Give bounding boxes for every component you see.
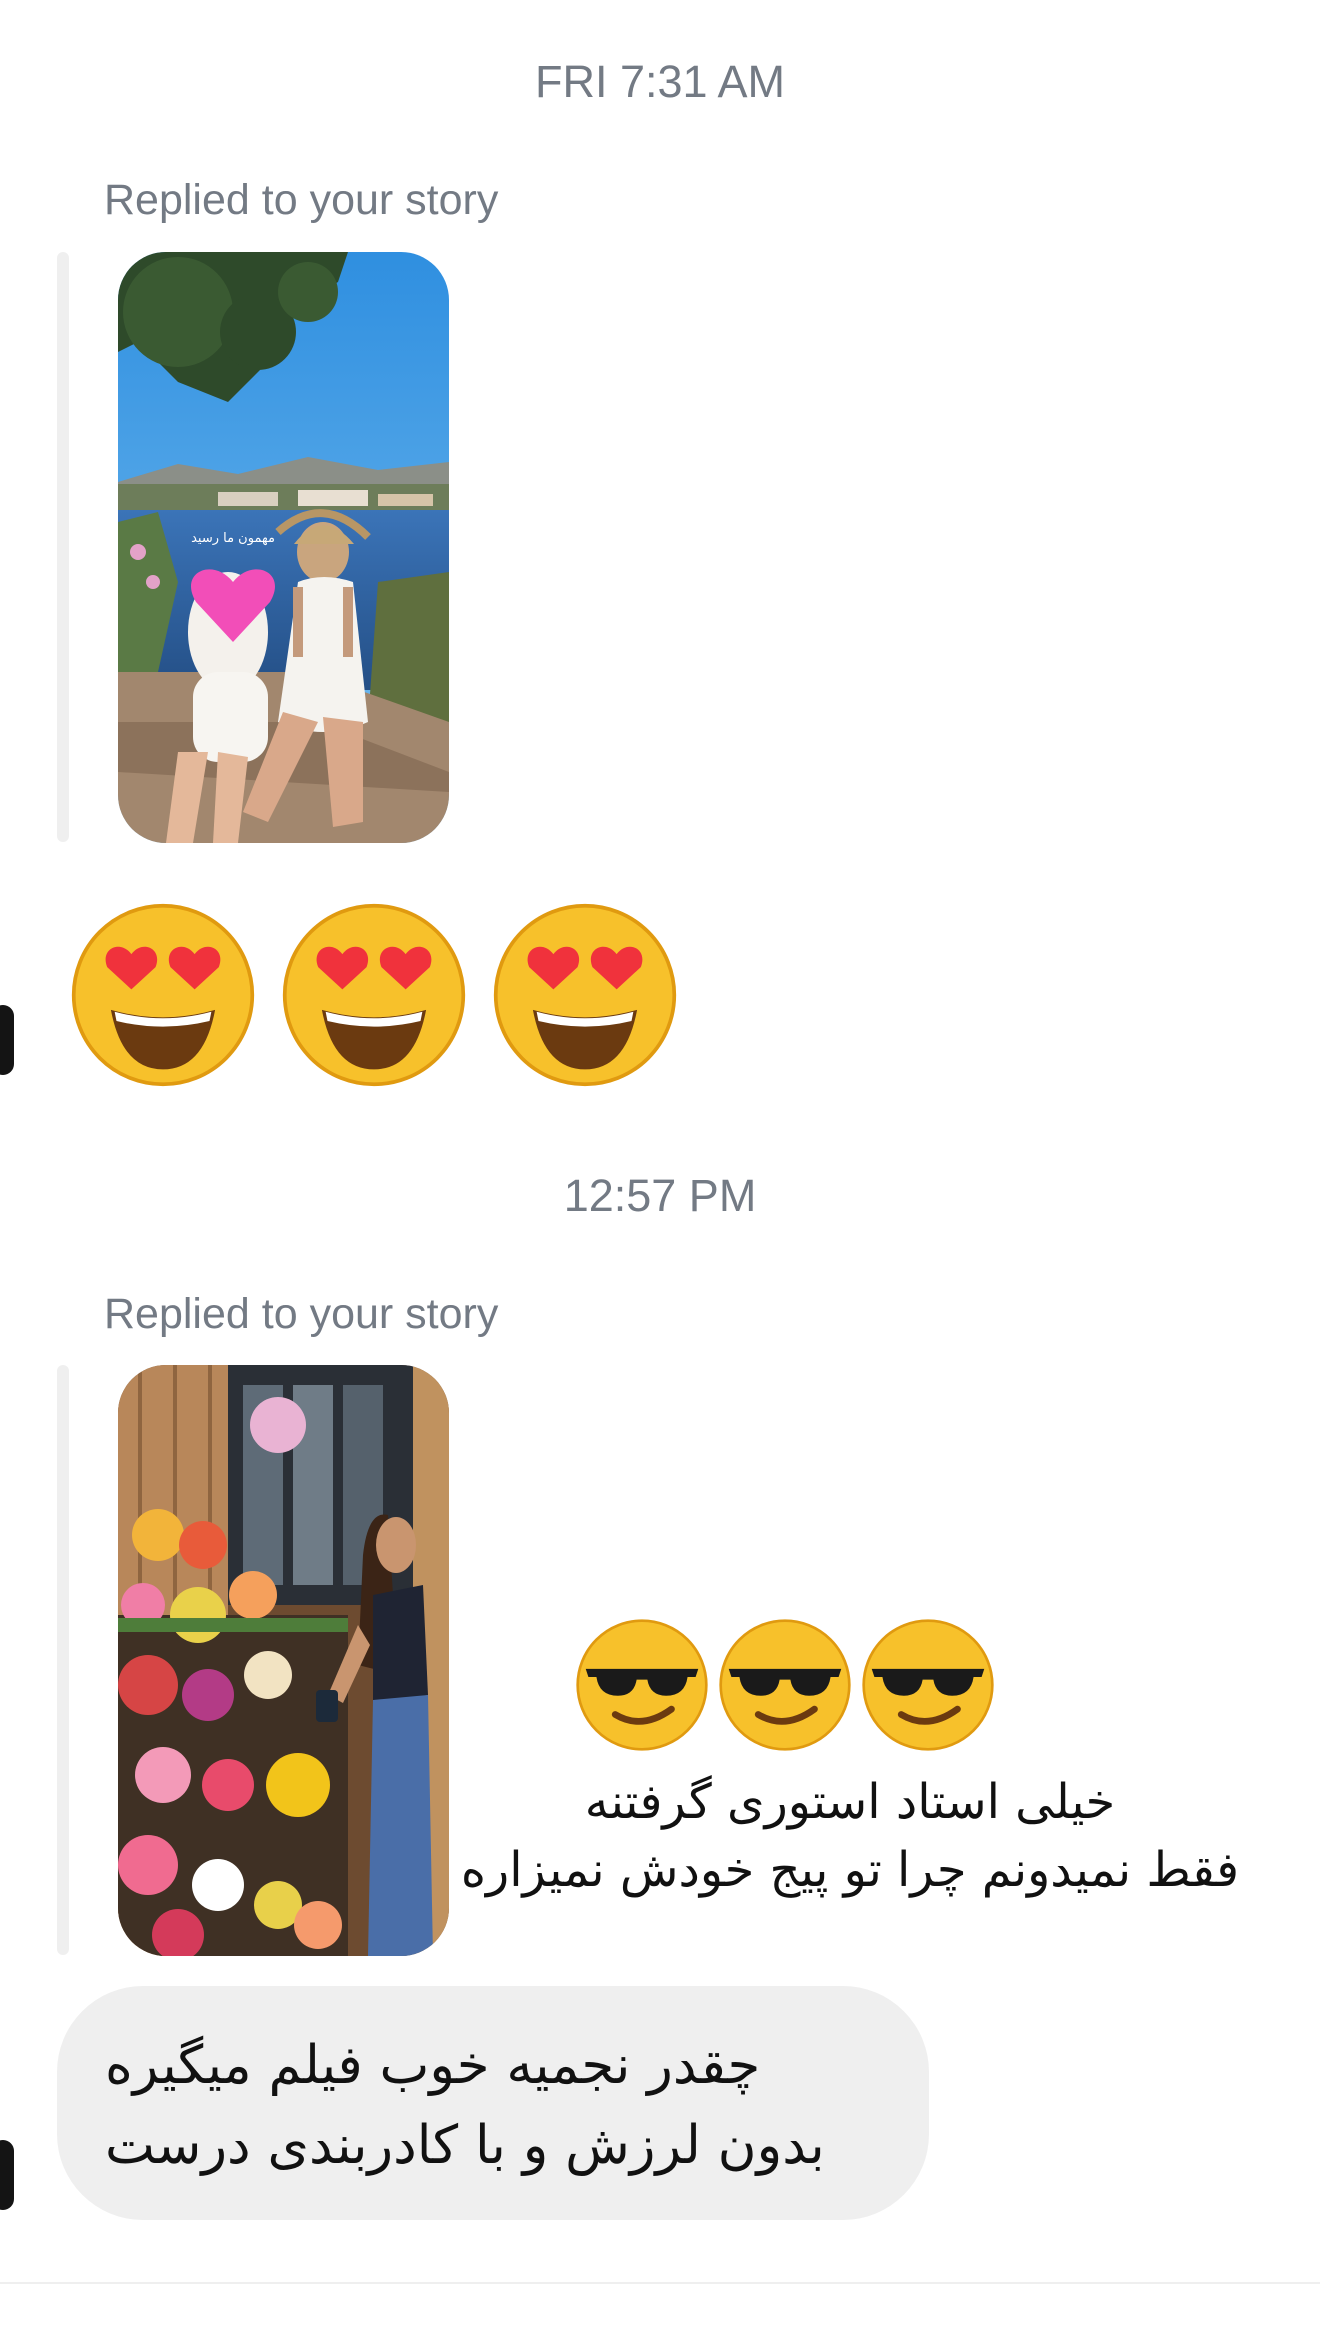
quote-bar bbox=[57, 252, 69, 842]
sunglasses-emoji-icon bbox=[719, 1619, 851, 1751]
message-line: بدون لرزش و با کادربندی درست bbox=[105, 2115, 825, 2176]
heart-eyes-emoji-icon bbox=[71, 903, 255, 1087]
replied-to-story-label: Replied to your story bbox=[104, 176, 499, 224]
message-line: چقدر نجمیه خوب فیلم میگیره bbox=[105, 2035, 761, 2096]
story-image: مهمون ما رسید bbox=[118, 252, 449, 843]
caption-line: خیلی استاد استوری گرفتنه bbox=[584, 1774, 1116, 1830]
story-thumbnail-lake[interactable]: مهمون ما رسید bbox=[118, 252, 449, 843]
quote-bar bbox=[57, 1365, 69, 1955]
timestamp: 12:57 PM bbox=[563, 1170, 757, 1221]
heart-eyes-emoji-icon bbox=[493, 903, 677, 1087]
timestamp: FRI 7:31 AM bbox=[534, 56, 786, 107]
story-image bbox=[118, 1365, 449, 1956]
sender-avatar[interactable] bbox=[0, 2140, 14, 2210]
message-text: چقدر نجمیه خوب فیلم میگیره بدون لرزش و ب… bbox=[105, 2026, 879, 2186]
caption-line: فقط نمیدونم چرا تو پیج خودش نمیزاره bbox=[460, 1842, 1240, 1898]
replied-to-story-label: Replied to your story bbox=[104, 1290, 499, 1338]
sender-avatar[interactable] bbox=[0, 1005, 14, 1075]
composer-divider bbox=[0, 2282, 1320, 2284]
sunglasses-emoji-icon bbox=[862, 1619, 994, 1751]
sunglasses-emoji-icon bbox=[576, 1619, 708, 1751]
heart-eyes-emoji-icon bbox=[282, 903, 466, 1087]
message-bubble[interactable]: چقدر نجمیه خوب فیلم میگیره بدون لرزش و ب… bbox=[57, 1986, 929, 2220]
sticker-text: مهمون ما رسید bbox=[191, 531, 275, 546]
story-reply-caption: خیلی استاد استوری گرفتنه فقط نمیدونم چرا… bbox=[460, 1768, 1240, 1904]
story-thumbnail-flowers[interactable] bbox=[118, 1365, 449, 1956]
